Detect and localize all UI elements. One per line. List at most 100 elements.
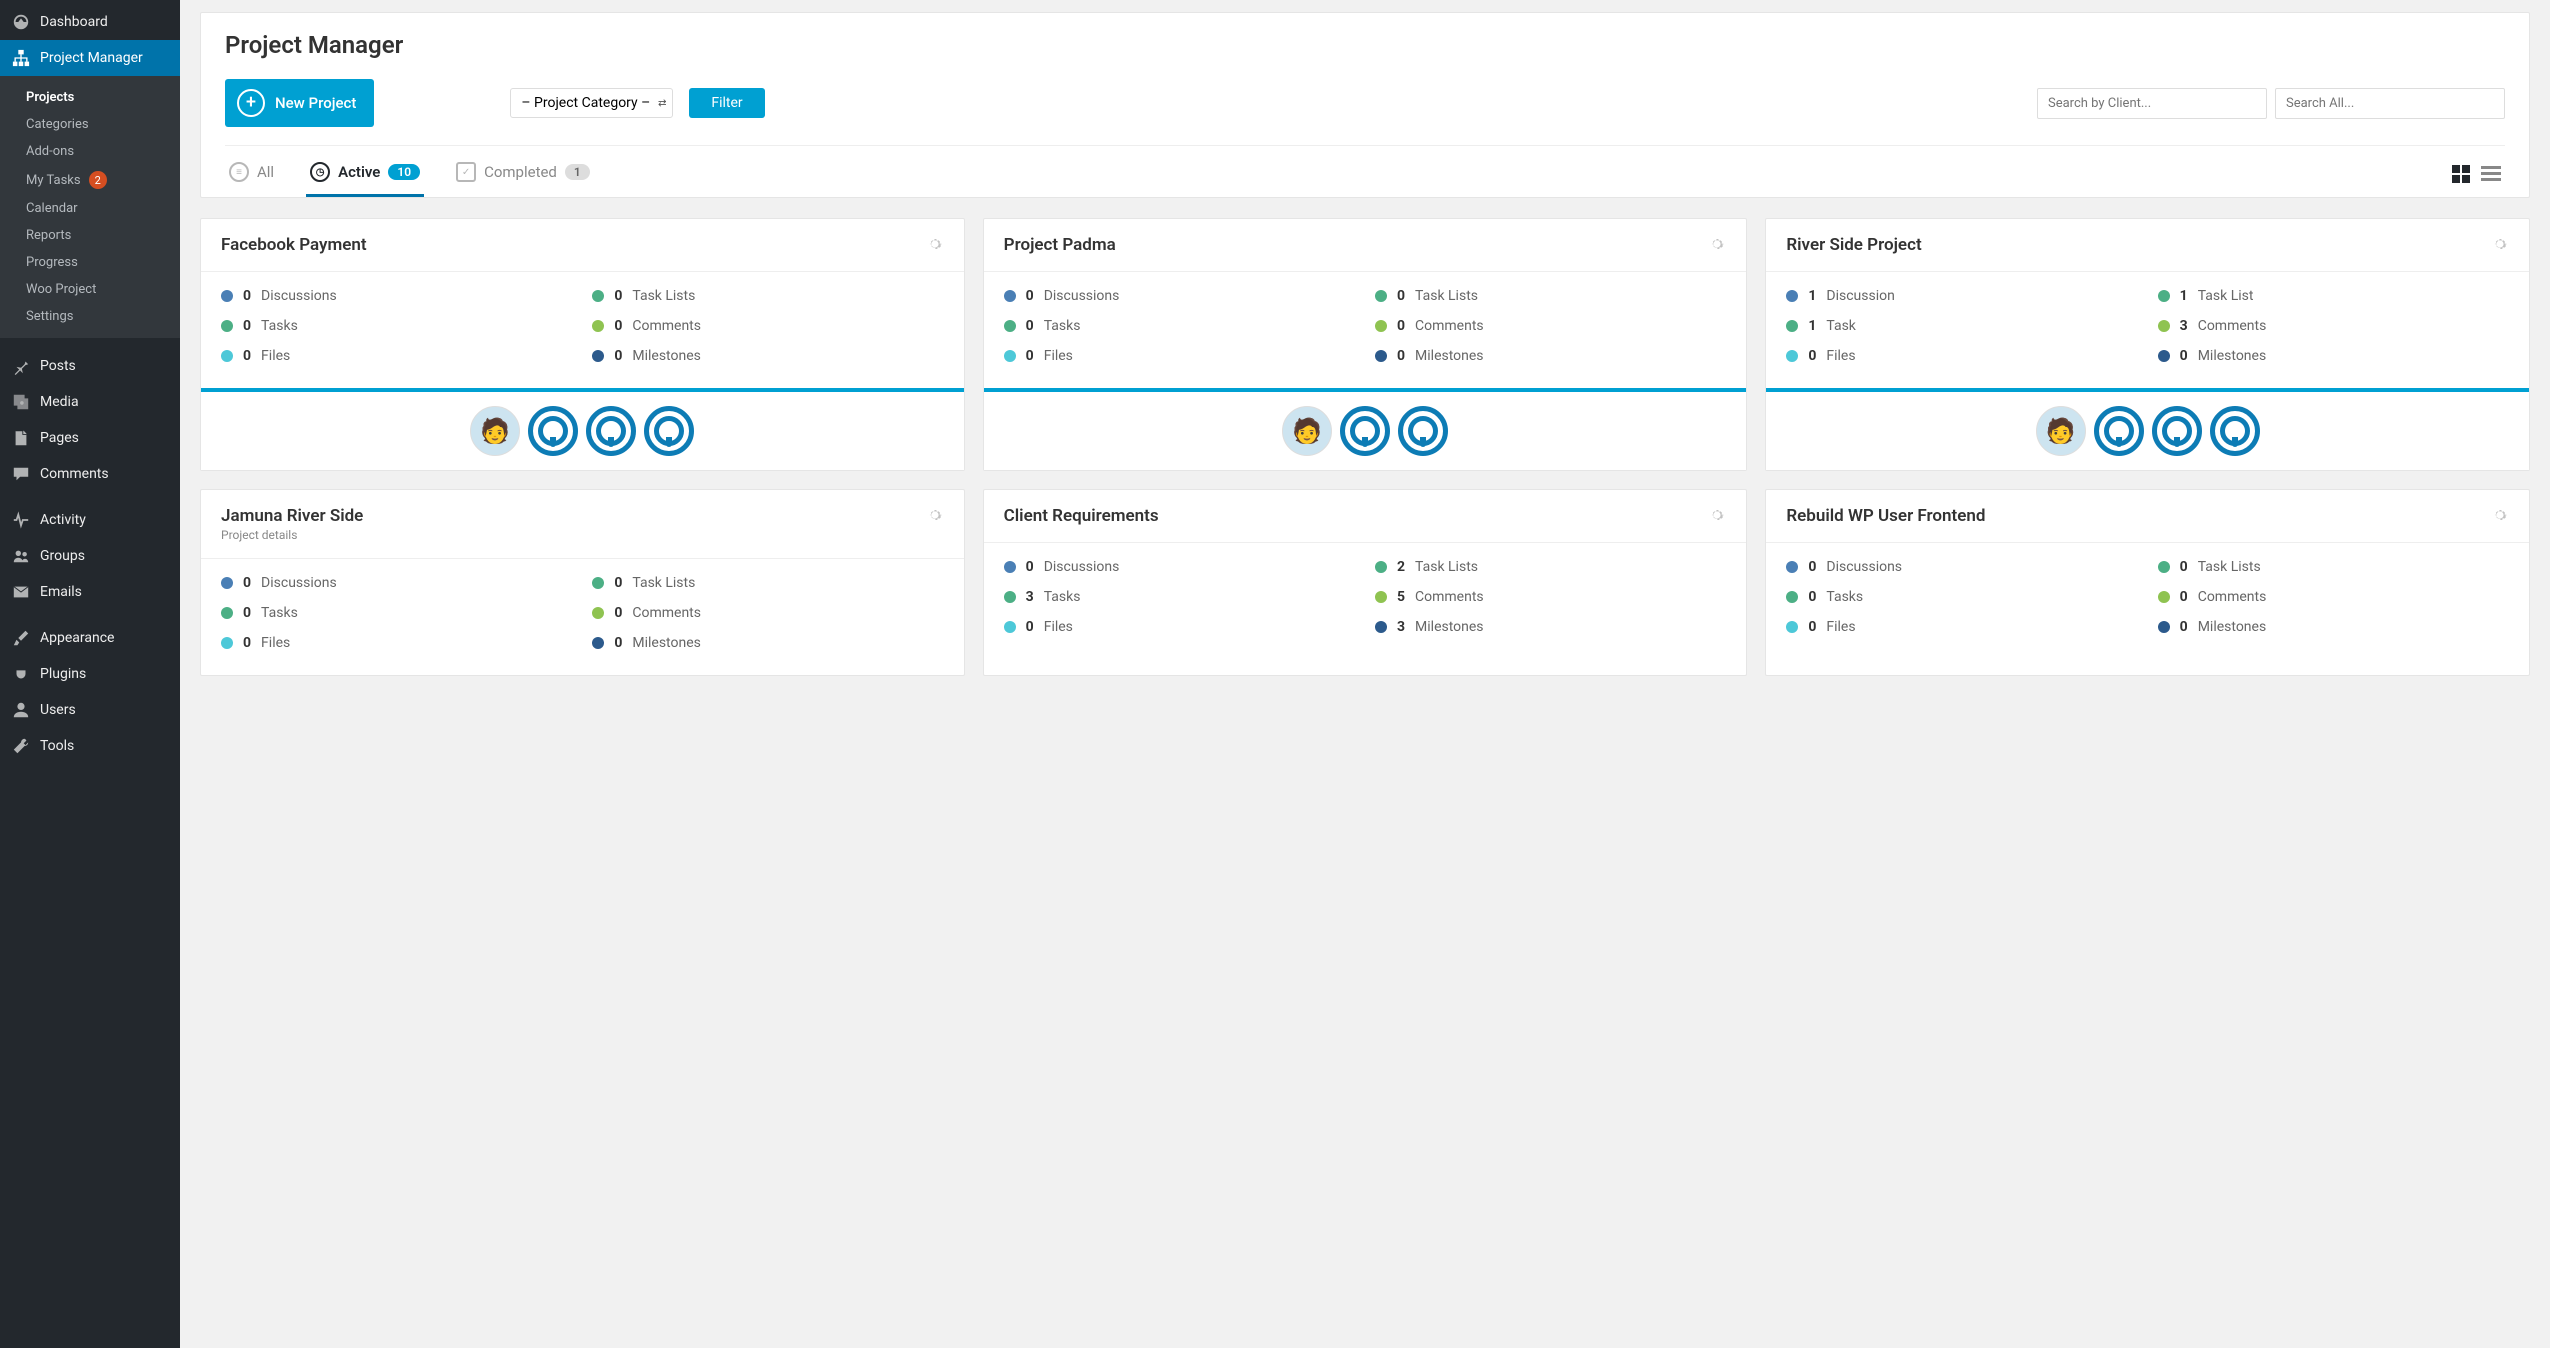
dot-icon [1004,621,1016,633]
stat-label: Milestones [632,348,701,364]
active-count-badge: 10 [388,164,420,180]
project-card[interactable]: Client Requirements0 Discussions2 Task L… [983,489,1748,676]
badge: 2 [89,171,107,189]
stat-label: Tasks [1826,589,1863,605]
stat-value: 0 [614,318,622,334]
stat-files: 0 Files [1004,619,1355,635]
sidebar-item-dashboard[interactable]: Dashboard [0,4,180,40]
gear-icon[interactable] [1708,235,1726,253]
project-card[interactable]: Rebuild WP User Frontend0 Discussions0 T… [1765,489,2530,676]
gear-icon[interactable] [2491,506,2509,524]
sidebar-item-appearance[interactable]: Appearance [0,620,180,656]
new-project-label: New Project [275,94,356,112]
dot-icon [592,350,604,362]
category-select[interactable]: – Project Category – [510,88,673,118]
sidebar-item-label: Appearance [40,630,114,646]
submenu-item-add-ons[interactable]: Add-ons [14,138,180,165]
stat-label: Files [261,348,290,364]
tab-active-label: Active [338,163,380,181]
stat-value: 0 [243,348,251,364]
gear-icon[interactable] [926,506,944,524]
submenu-item-settings[interactable]: Settings [14,303,180,330]
sidebar-item-comments[interactable]: Comments [0,456,180,492]
project-card[interactable]: River Side Project1 Discussion1 Task Lis… [1765,218,2530,471]
sidebar-item-posts[interactable]: Posts [0,348,180,384]
tab-active[interactable]: ◷ Active 10 [306,150,424,197]
sidebar-item-label: Pages [40,430,79,446]
stat-label: Discussions [1826,559,1902,575]
dot-icon [592,320,604,332]
dot-icon [1786,320,1798,332]
submenu-item-categories[interactable]: Categories [14,111,180,138]
filter-button[interactable]: Filter [689,88,764,118]
project-card[interactable]: Jamuna River SideProject details0 Discus… [200,489,965,676]
submenu-item-calendar[interactable]: Calendar [14,195,180,222]
stat-label: Files [1044,619,1073,635]
stat-value: 0 [243,635,251,651]
list-view-button[interactable] [2481,164,2501,184]
stat-label: Files [1826,348,1855,364]
submenu-item-my-tasks[interactable]: My Tasks 2 [14,165,180,195]
avatar[interactable] [644,406,694,456]
stat-discussions: 0 Discussions [1004,559,1355,575]
stat-milestones: 0 Milestones [592,348,943,364]
stat-value: 0 [1026,348,1034,364]
search-client-input[interactable] [2037,88,2267,119]
brush-icon [12,629,30,647]
avatar[interactable]: 🧑 [470,406,520,456]
dot-icon [221,320,233,332]
avatar[interactable]: 🧑 [2036,406,2086,456]
sidebar-item-tools[interactable]: Tools [0,728,180,764]
search-all-input[interactable] [2275,88,2505,119]
avatar[interactable] [1340,406,1390,456]
new-project-button[interactable]: + New Project [225,79,374,127]
submenu-item-progress[interactable]: Progress [14,249,180,276]
stat-value: 0 [1026,318,1034,334]
avatar[interactable] [2094,406,2144,456]
sidebar-item-users[interactable]: Users [0,692,180,728]
tab-all[interactable]: ≡ All [225,150,278,197]
dot-icon [1004,591,1016,603]
avatar[interactable]: 🧑 [1282,406,1332,456]
avatar[interactable] [1398,406,1448,456]
sidebar-item-emails[interactable]: Emails [0,574,180,610]
sidebar-item-activity[interactable]: Activity [0,502,180,538]
submenu-label: My Tasks [26,173,81,188]
gear-icon[interactable] [1708,506,1726,524]
project-subtitle: Project details [221,528,363,542]
stat-tasklists: 2 Task Lists [1375,559,1726,575]
submenu-item-projects[interactable]: Projects [14,84,180,111]
stat-value: 3 [1026,589,1034,605]
gear-icon[interactable] [926,235,944,253]
sidebar-item-plugins[interactable]: Plugins [0,656,180,692]
submenu-item-reports[interactable]: Reports [14,222,180,249]
submenu-item-woo-project[interactable]: Woo Project [14,276,180,303]
sidebar-item-groups[interactable]: Groups [0,538,180,574]
stat-value: 0 [1397,318,1405,334]
tab-completed[interactable]: ✓ Completed 1 [452,150,594,197]
stat-tasklists: 0 Task Lists [1375,288,1726,304]
stat-label: Milestones [1415,619,1484,635]
project-card[interactable]: Project Padma0 Discussions0 Task Lists0 … [983,218,1748,471]
gear-icon[interactable] [2491,235,2509,253]
avatar[interactable] [586,406,636,456]
admin-sidebar: DashboardProject Manager ProjectsCategor… [0,0,180,1348]
avatar[interactable] [2152,406,2202,456]
stat-value: 0 [1397,288,1405,304]
stat-label: Task Lists [632,575,695,591]
stat-tasklists: 1 Task List [2158,288,2509,304]
sidebar-item-label: Groups [40,548,85,564]
sidebar-item-pages[interactable]: Pages [0,420,180,456]
sidebar-item-media[interactable]: Media [0,384,180,420]
toolbar: + New Project – Project Category – Filte… [225,79,2505,127]
all-icon: ≡ [229,162,249,182]
stat-tasks: 1 Task [1786,318,2137,334]
sidebar-item-project-manager[interactable]: Project Manager [0,40,180,76]
dot-icon [592,290,604,302]
grid-view-button[interactable] [2451,164,2471,184]
project-title: Rebuild WP User Frontend [1786,506,1985,526]
project-card[interactable]: Facebook Payment0 Discussions0 Task List… [200,218,965,471]
submenu-label: Woo Project [26,282,96,297]
avatar[interactable] [528,406,578,456]
avatar[interactable] [2210,406,2260,456]
